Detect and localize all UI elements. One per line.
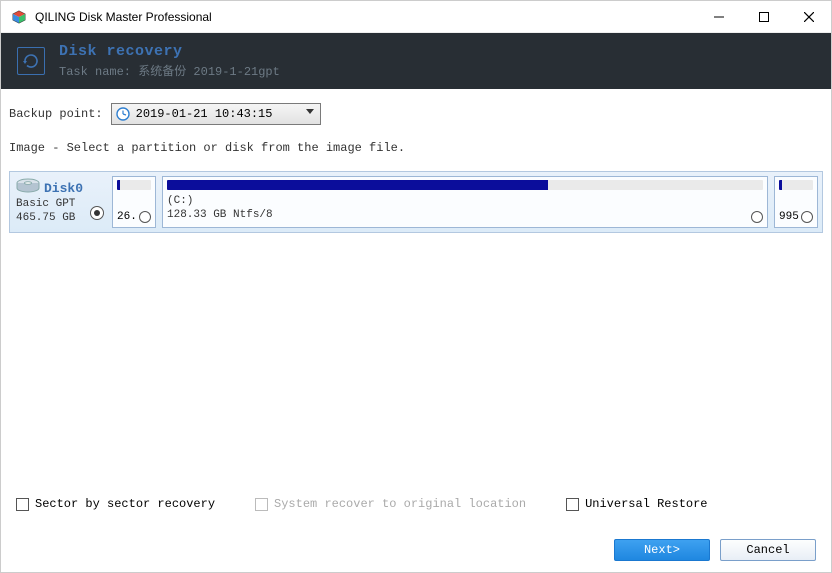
partition-2-bar <box>779 180 813 190</box>
universal-restore-label: Universal Restore <box>585 497 707 511</box>
checkbox-icon <box>16 498 29 511</box>
footer: Sector by sector recovery System recover… <box>0 485 832 573</box>
partition-1[interactable]: (C:) 128.33 GB Ntfs/8 <box>162 176 768 228</box>
universal-restore-checkbox[interactable]: Universal Restore <box>566 497 707 511</box>
backup-point-label: Backup point: <box>9 107 103 121</box>
backup-point-value: 2019-01-21 10:43:15 <box>136 107 273 121</box>
subtitle-value: 系统备份 2019-1-21gpt <box>138 65 280 79</box>
subtitle-label: Task name: <box>59 65 131 79</box>
next-button[interactable]: Next> <box>614 539 710 561</box>
recovery-icon <box>17 47 45 75</box>
partition-0[interactable]: 26. <box>112 176 156 228</box>
titlebar: QILING Disk Master Professional <box>1 1 831 33</box>
disk-meta[interactable]: Disk0 Basic GPT 465.75 GB <box>14 176 106 228</box>
page-title: Disk recovery <box>59 43 280 60</box>
window-title: QILING Disk Master Professional <box>35 10 696 24</box>
window-buttons <box>696 1 831 33</box>
disk-panel: Disk0 Basic GPT 465.75 GB 26. (C:) 128.3… <box>9 171 823 233</box>
main-content: Backup point: 2019-01-21 10:43:15 Image … <box>1 89 831 492</box>
page-subtitle: Task name: 系统备份 2019-1-21gpt <box>59 62 280 79</box>
maximize-button[interactable] <box>741 1 786 33</box>
chevron-down-icon <box>306 109 314 114</box>
partition-0-radio[interactable] <box>139 211 151 223</box>
partition-1-info: 128.33 GB Ntfs/8 <box>167 208 763 222</box>
clock-icon <box>116 107 130 121</box>
partition-1-radio[interactable] <box>751 211 763 223</box>
sector-by-sector-checkbox[interactable]: Sector by sector recovery <box>16 497 215 511</box>
page-header: Disk recovery Task name: 系统备份 2019-1-21g… <box>1 33 831 89</box>
minimize-button[interactable] <box>696 1 741 33</box>
app-icon <box>11 9 27 25</box>
disk-name: Disk0 <box>44 181 106 196</box>
close-button[interactable] <box>786 1 831 33</box>
partition-0-size: 26. <box>117 211 137 223</box>
checkbox-icon <box>255 498 268 511</box>
cancel-button[interactable]: Cancel <box>720 539 816 561</box>
system-recover-label: System recover to original location <box>274 497 526 511</box>
disk-icon <box>16 178 40 198</box>
partition-1-drive: (C:) <box>167 194 763 208</box>
partition-2[interactable]: 995. <box>774 176 818 228</box>
partition-2-radio[interactable] <box>801 211 813 223</box>
instruction-text: Image - Select a partition or disk from … <box>9 141 823 155</box>
checkbox-icon <box>566 498 579 511</box>
system-recover-checkbox: System recover to original location <box>255 497 526 511</box>
disk-radio[interactable] <box>90 206 104 220</box>
partition-1-bar <box>167 180 763 190</box>
backup-point-select[interactable]: 2019-01-21 10:43:15 <box>111 103 321 125</box>
sector-by-sector-label: Sector by sector recovery <box>35 497 215 511</box>
partition-0-bar <box>117 180 151 190</box>
